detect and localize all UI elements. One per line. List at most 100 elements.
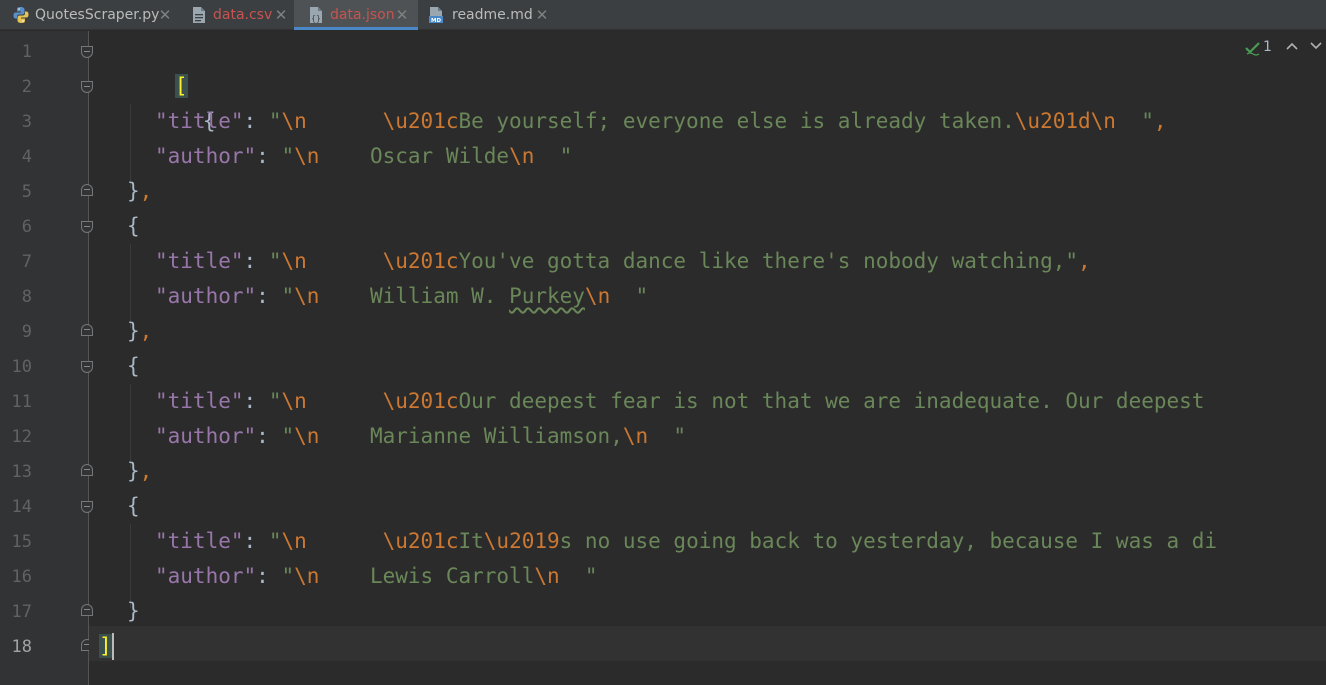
line-number: 8 [21,287,32,307]
json-key: "title" [155,249,244,273]
line-number-current: 18 [11,637,32,657]
line-number: 9 [21,322,32,342]
json-escape: \u201c [382,389,459,413]
tab-data-csv[interactable]: data.csv ✕ [182,0,294,30]
spelling-warning-word[interactable]: Purkey [509,284,585,308]
json-key: "author" [155,144,257,168]
line-number: 3 [21,112,32,132]
json-object-open-brace: { [127,354,140,378]
close-icon[interactable]: ✕ [395,0,409,30]
code-line-5: }, [127,174,152,209]
current-line-highlight [89,626,1326,661]
json-escape: \n [584,284,611,308]
code-line-8: "author": "\n William W. Purkey\n " [155,279,648,314]
text-caret [112,633,114,660]
line-number: 6 [21,217,32,237]
json-colon: : [243,529,269,553]
json-file-icon: {} [310,7,322,23]
json-escape: \n [281,529,307,553]
line-number: 4 [21,147,32,167]
json-escape: \n [281,249,307,273]
json-colon: : [256,284,282,308]
json-string-tail: " [610,284,649,308]
check-inspection-icon[interactable] [1244,40,1262,56]
json-comma: , [1153,109,1167,133]
json-key: "author" [155,284,257,308]
json-escape: \n [294,284,320,308]
json-comma: , [139,459,153,483]
json-string-quote: " [281,284,295,308]
close-icon[interactable]: ✕ [274,0,288,30]
line-number: 2 [21,77,32,97]
json-escape: \n [281,389,307,413]
json-string-quote: " [268,249,282,273]
chevron-up-icon[interactable] [1286,41,1298,51]
editor-tab-bar: QuotesScraper.py ✕ data.csv ✕ {} data.js… [0,0,1326,30]
tab-quotesscraper-py[interactable]: QuotesScraper.py ✕ [0,0,182,30]
close-icon[interactable]: ✕ [535,0,549,30]
line-number: 17 [11,602,32,622]
json-comma: , [139,319,153,343]
json-key: "author" [155,424,257,448]
json-string-tail: " [534,144,573,168]
line-number-gutter[interactable]: 1 2 3 4 5 6 7 8 9 10 11 12 13 14 15 16 1… [0,31,93,685]
json-escape: \n [622,424,649,448]
tab-label: data.csv [213,7,273,23]
json-escape: \n [294,424,320,448]
code-line-14: { [127,489,140,524]
code-editor[interactable]: [ { "title": "\n \u201cBe yourself; ever… [89,31,1326,685]
json-string-quote: " [268,389,282,413]
json-array-close-bracket: ] [99,634,112,658]
json-string-quote: " [268,529,282,553]
json-colon: : [243,109,269,133]
inspection-widget[interactable]: 1 [1236,31,1326,65]
chevron-down-icon[interactable] [1310,41,1322,51]
json-string-quote: " [281,564,295,588]
code-line-12: "author": "\n Marianne Williamson,\n " [155,419,686,454]
json-string-quote: " [281,424,295,448]
line-number: 7 [21,252,32,272]
json-string-tail: " [559,564,598,588]
code-line-17: } [127,594,140,629]
json-string-space [307,109,383,133]
code-line-2: { [127,69,216,133]
line-number: 13 [11,462,32,482]
json-string-value: s no use going back to yesterday, becaus… [559,529,1218,553]
json-escape: \n [509,144,535,168]
json-key: "title" [155,389,244,413]
line-number: 11 [11,392,32,412]
json-object-open-brace: { [127,494,140,518]
json-string-space [307,529,383,553]
json-string-space [307,389,383,413]
close-icon[interactable]: ✕ [158,0,172,30]
json-string-value: Our deepest fear is not that we are inad… [458,389,1205,413]
tab-data-json[interactable]: {} data.json ✕ [294,0,418,30]
tab-label: readme.md [452,7,533,23]
line-number: 16 [11,567,32,587]
code-line-3: "title": "\n \u201cBe yourself; everyone… [155,104,1167,139]
json-object-open-brace: { [127,214,140,238]
json-colon: : [243,389,269,413]
json-string-value: William W. [319,284,510,308]
code-line-9: }, [127,314,152,349]
json-string-value: Oscar Wilde [319,144,510,168]
json-string-value: It [458,529,484,553]
json-escape: \u201c [382,109,459,133]
json-escape: \u2019 [483,529,560,553]
json-string-tail: " [1115,109,1154,133]
tab-readme-md[interactable]: MD readme.md ✕ [418,0,558,30]
editor-window: QuotesScraper.py ✕ data.csv ✕ {} data.js… [0,0,1326,685]
json-string-space [307,249,383,273]
code-line-7: "title": "\n \u201cYou've gotta dance li… [155,244,1091,279]
json-object-close-brace: } [127,179,140,203]
json-escape: \u201c [382,249,459,273]
json-escape: \n [534,564,560,588]
code-line-16: "author": "\n Lewis Carroll\n " [155,559,598,594]
json-key: "title" [155,529,244,553]
json-string-tail: " [648,424,687,448]
json-string-value: You've gotta dance like there's nobody w… [458,249,1078,273]
json-string-value: Lewis Carroll [319,564,535,588]
json-escape: \n [281,109,307,133]
code-line-18: ] [99,629,112,664]
tab-label: data.json [330,7,395,23]
